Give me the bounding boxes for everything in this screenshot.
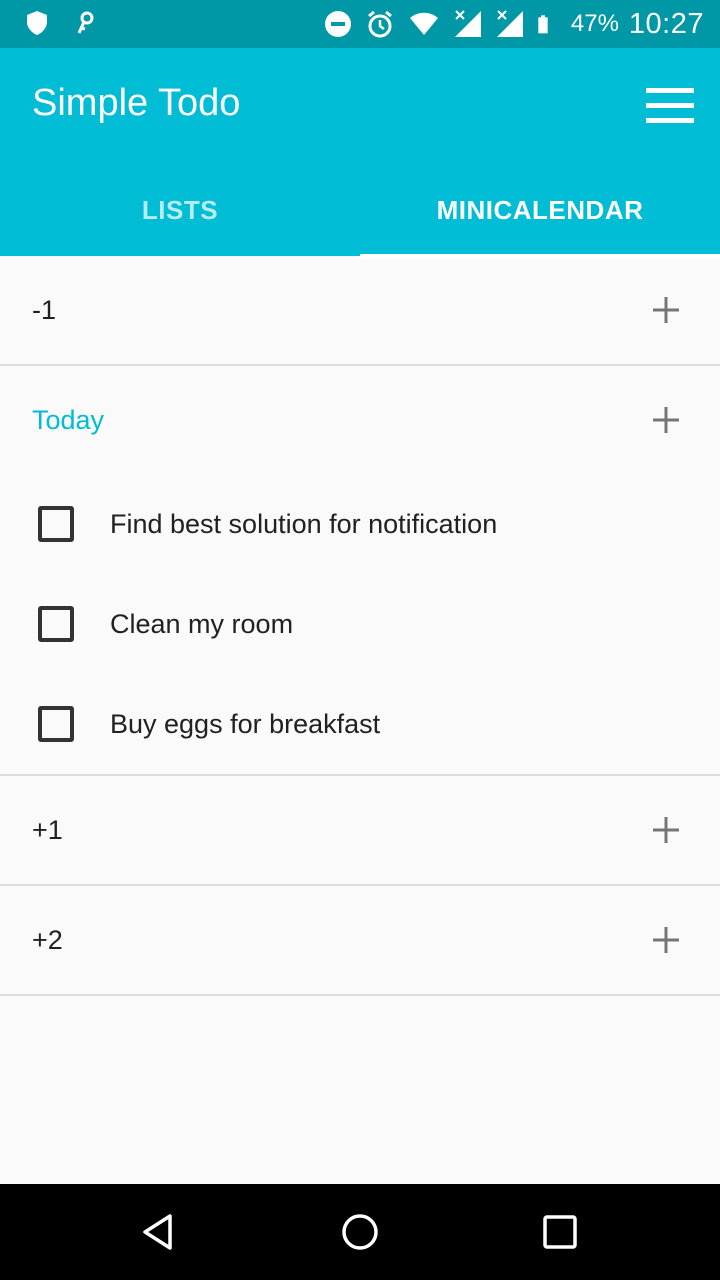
status-bar: 47% 10:27 bbox=[0, 0, 720, 48]
tab-lists[interactable]: LISTS bbox=[0, 164, 360, 256]
minicalendar-list: -1 Today Find best solution for notifica… bbox=[0, 256, 720, 996]
task-item[interactable]: Clean my room bbox=[0, 574, 720, 674]
day-header-plus-1: +1 bbox=[0, 776, 720, 884]
add-task-icon[interactable] bbox=[648, 922, 684, 958]
shield-icon bbox=[27, 11, 47, 35]
day-header-plus-2: +2 bbox=[0, 886, 720, 994]
task-text: Buy eggs for breakfast bbox=[110, 708, 381, 739]
wifi-icon bbox=[409, 12, 438, 35]
tab-bar: LISTS MINICALENDAR bbox=[0, 164, 720, 258]
task-text: Find best solution for notification bbox=[110, 508, 498, 539]
add-task-icon[interactable] bbox=[648, 292, 684, 328]
key-icon bbox=[77, 11, 94, 34]
app-title: Simple Todo bbox=[32, 82, 241, 124]
add-task-icon[interactable] bbox=[648, 402, 684, 438]
battery-percent: 47% bbox=[570, 10, 619, 37]
battery-icon bbox=[538, 15, 548, 34]
day-label: +1 bbox=[32, 814, 63, 845]
divider bbox=[0, 994, 720, 996]
add-task-icon[interactable] bbox=[648, 812, 684, 848]
tab-minicalendar-label: MINICALENDAR bbox=[436, 194, 644, 225]
dnd-icon bbox=[324, 11, 351, 37]
alarm-icon bbox=[367, 10, 392, 38]
task-checkbox[interactable] bbox=[38, 706, 74, 742]
back-icon[interactable] bbox=[140, 1212, 180, 1252]
day-header-today: Today bbox=[0, 366, 720, 474]
task-text: Clean my room bbox=[110, 608, 294, 639]
task-item[interactable]: Find best solution for notification bbox=[0, 474, 720, 574]
task-checkbox[interactable] bbox=[38, 506, 74, 542]
clock: 10:27 bbox=[628, 7, 704, 40]
signal-icon bbox=[454, 10, 481, 37]
recents-icon[interactable] bbox=[540, 1212, 580, 1252]
app-bar: Simple Todo LISTS MINICALENDAR bbox=[0, 48, 720, 258]
task-item[interactable]: Buy eggs for breakfast bbox=[0, 674, 720, 774]
hamburger-menu-icon[interactable] bbox=[640, 78, 700, 134]
day-header-minus-1: -1 bbox=[0, 256, 720, 364]
signal-icon bbox=[496, 10, 523, 37]
day-label: +2 bbox=[32, 924, 63, 955]
home-icon[interactable] bbox=[340, 1212, 380, 1252]
day-label: -1 bbox=[32, 294, 57, 325]
navigation-bar bbox=[0, 1184, 720, 1280]
tab-minicalendar[interactable]: MINICALENDAR bbox=[360, 164, 720, 258]
task-checkbox[interactable] bbox=[38, 606, 74, 642]
day-label: Today bbox=[32, 404, 105, 435]
